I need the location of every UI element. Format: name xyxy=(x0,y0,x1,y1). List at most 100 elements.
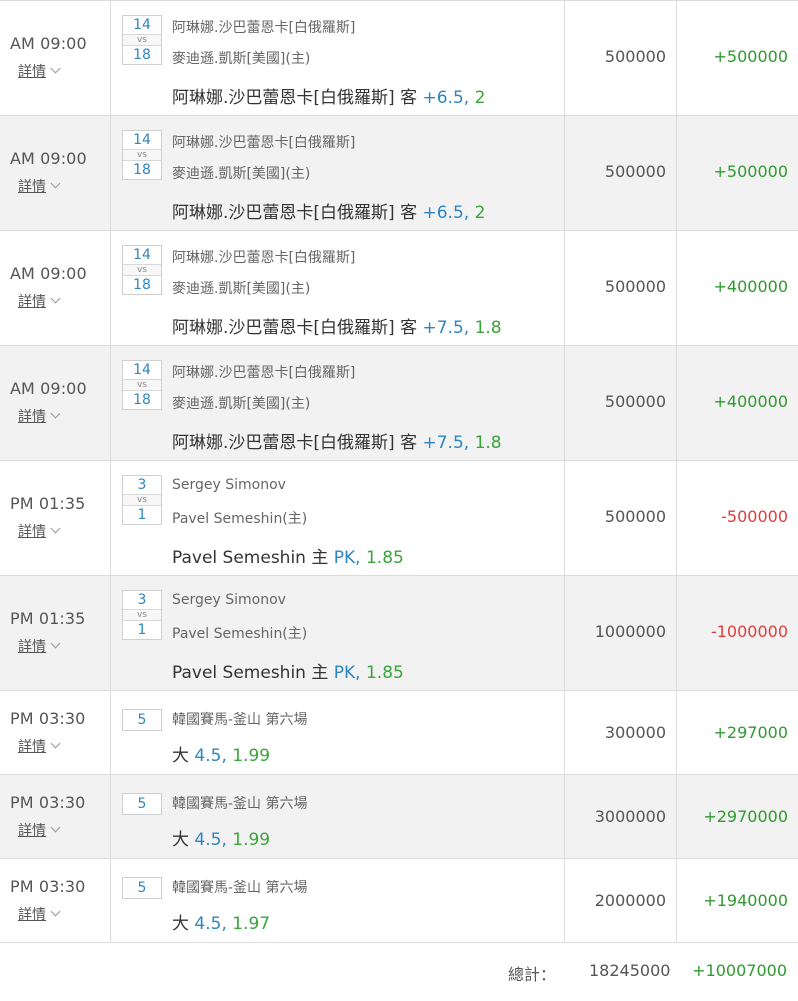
win-cell: +297000 xyxy=(677,691,798,774)
detail-toggle[interactable]: 詳情 xyxy=(18,406,61,426)
detail-cell: 14 vs 18 阿琳娜.沙巴蕾恩卡[白俄羅斯] 麥迪遜.凱斯[美國](主) 阿… xyxy=(111,231,565,345)
bet-pick: 阿琳娜.沙巴蕾恩卡[白俄羅斯] 客 xyxy=(172,88,418,108)
detail-label: 詳情 xyxy=(18,64,46,80)
chevron-down-icon xyxy=(50,408,61,419)
detail-cell: 3 vs 1 Sergey Simonov Pavel Semeshin(主) … xyxy=(111,461,565,575)
bet-line: PK, xyxy=(333,663,361,683)
bet-pick: 阿琳娜.沙巴蕾恩卡[白俄羅斯] 客 xyxy=(172,203,418,223)
stake-cell: 2000000 xyxy=(565,859,677,942)
chevron-down-icon xyxy=(50,638,61,649)
stake-cell: 300000 xyxy=(565,691,677,774)
detail-toggle[interactable]: 詳情 xyxy=(18,291,61,311)
bet-odds: 1.85 xyxy=(365,548,404,568)
detail-toggle[interactable]: 詳情 xyxy=(18,61,61,81)
win-amount: -500000 xyxy=(721,507,788,526)
stake-cell: 500000 xyxy=(565,231,677,345)
vs-label: vs xyxy=(123,149,161,161)
away-team: Sergey Simonov xyxy=(172,477,286,493)
detail-toggle[interactable]: 詳情 xyxy=(18,521,61,541)
win-cell: +500000 xyxy=(677,1,798,115)
bet-row: AM 09:00 詳情 14 vs 18 阿琳娜.沙巴蕾恩卡[白俄羅斯] 麥迪遜… xyxy=(0,231,798,346)
detail-toggle[interactable]: 詳情 xyxy=(18,636,61,656)
stake-amount: 1000000 xyxy=(594,622,666,641)
win-amount: +2970000 xyxy=(703,807,788,826)
time-cell: PM 01:35 詳情 xyxy=(0,461,111,575)
stake-cell: 3000000 xyxy=(565,775,677,858)
bet-time: PM 03:30 xyxy=(10,709,86,728)
win-cell: -500000 xyxy=(677,461,798,575)
detail-cell: 14 vs 18 阿琳娜.沙巴蕾恩卡[白俄羅斯] 麥迪遜.凱斯[美國](主) 阿… xyxy=(111,1,565,115)
chevron-down-icon xyxy=(50,738,61,749)
score-away: 14 xyxy=(133,362,151,378)
win-cell: +500000 xyxy=(677,116,798,230)
win-cell: +400000 xyxy=(677,231,798,345)
bet-odds: 2 xyxy=(474,88,486,108)
bet-selection: Pavel Semeshin 主 PK, 1.85 xyxy=(172,543,404,568)
bet-pick: 阿琳娜.沙巴蕾恩卡[白俄羅斯] 客 xyxy=(172,433,418,453)
bet-selection: 阿琳娜.沙巴蕾恩卡[白俄羅斯] 客 +6.5, 2 xyxy=(172,83,485,108)
detail-cell: 3 vs 1 Sergey Simonov Pavel Semeshin(主) … xyxy=(111,576,565,690)
bet-selection: 大 4.5, 1.99 xyxy=(172,741,270,766)
stake-amount: 500000 xyxy=(604,47,666,66)
bet-time: PM 03:30 xyxy=(10,877,86,896)
detail-cell: 5 韓國賽馬-釜山 第六場 大 4.5, 1.99 xyxy=(111,691,565,774)
stake-cell: 500000 xyxy=(565,116,677,230)
detail-label: 詳情 xyxy=(18,179,46,195)
win-amount: +400000 xyxy=(713,277,788,296)
event-name: 韓國賽馬-釜山 第六場 xyxy=(172,880,308,896)
time-cell: PM 03:30 詳情 xyxy=(0,691,111,774)
score-box: 5 xyxy=(122,877,162,899)
bet-time: AM 09:00 xyxy=(10,149,87,168)
away-team: 阿琳娜.沙巴蕾恩卡[白俄羅斯] xyxy=(172,365,356,381)
score-box: 14 vs 18 xyxy=(122,130,162,180)
bet-row: AM 09:00 詳情 14 vs 18 阿琳娜.沙巴蕾恩卡[白俄羅斯] 麥迪遜… xyxy=(0,116,798,231)
detail-toggle[interactable]: 詳情 xyxy=(18,820,61,840)
stake-amount: 500000 xyxy=(604,507,666,526)
time-cell: AM 09:00 詳情 xyxy=(0,116,111,230)
bet-selection: 阿琳娜.沙巴蕾恩卡[白俄羅斯] 客 +7.5, 1.8 xyxy=(172,428,502,453)
chevron-down-icon xyxy=(50,293,61,304)
detail-label: 詳情 xyxy=(18,409,46,425)
home-team: 麥迪遜.凱斯[美國](主) xyxy=(172,166,311,182)
bet-odds: 2 xyxy=(474,203,486,223)
stake-amount: 500000 xyxy=(604,277,666,296)
win-amount: +400000 xyxy=(713,392,788,411)
detail-toggle[interactable]: 詳情 xyxy=(18,904,61,924)
detail-label: 詳情 xyxy=(18,294,46,310)
detail-label: 詳情 xyxy=(18,524,46,540)
time-cell: PM 03:30 詳情 xyxy=(0,859,111,942)
bet-line: 4.5, xyxy=(194,914,227,934)
win-cell: +2970000 xyxy=(677,775,798,858)
win-amount: +500000 xyxy=(713,162,788,181)
score-away: 14 xyxy=(133,17,151,33)
away-team: Sergey Simonov xyxy=(172,592,286,608)
bet-line: +7.5, xyxy=(422,318,470,338)
bet-pick: 大 xyxy=(172,830,189,850)
win-cell: +1940000 xyxy=(677,859,798,942)
total-label: 總計： xyxy=(508,965,557,984)
bet-pick: 阿琳娜.沙巴蕾恩卡[白俄羅斯] 客 xyxy=(172,318,418,338)
bet-odds: 1.99 xyxy=(232,830,271,850)
vs-label: vs xyxy=(123,264,161,276)
bet-selection: 大 4.5, 1.99 xyxy=(172,825,270,850)
win-cell: -1000000 xyxy=(677,576,798,690)
score-box: 3 vs 1 xyxy=(122,475,162,525)
score-home: 1 xyxy=(137,507,147,523)
stake-amount: 3000000 xyxy=(594,807,666,826)
bet-row: PM 03:30 詳情 5 韓國賽馬-釜山 第六場 大 4.5, 1.99 30… xyxy=(0,775,798,859)
detail-toggle[interactable]: 詳情 xyxy=(18,736,61,756)
bet-time: PM 01:35 xyxy=(10,494,86,513)
score-box: 14 vs 18 xyxy=(122,245,162,295)
time-cell: AM 09:00 詳情 xyxy=(0,1,111,115)
score-home: 18 xyxy=(133,392,151,408)
chevron-down-icon xyxy=(50,523,61,534)
bet-pick: 大 xyxy=(172,914,189,934)
stake-amount: 500000 xyxy=(604,162,666,181)
score-away: 14 xyxy=(133,132,151,148)
bet-line: +6.5, xyxy=(422,203,470,223)
total-win: +10007000 xyxy=(692,961,787,980)
detail-toggle[interactable]: 詳情 xyxy=(18,176,61,196)
win-amount: +1940000 xyxy=(703,891,788,910)
score-box: 5 xyxy=(122,793,162,815)
detail-label: 詳情 xyxy=(18,739,46,755)
